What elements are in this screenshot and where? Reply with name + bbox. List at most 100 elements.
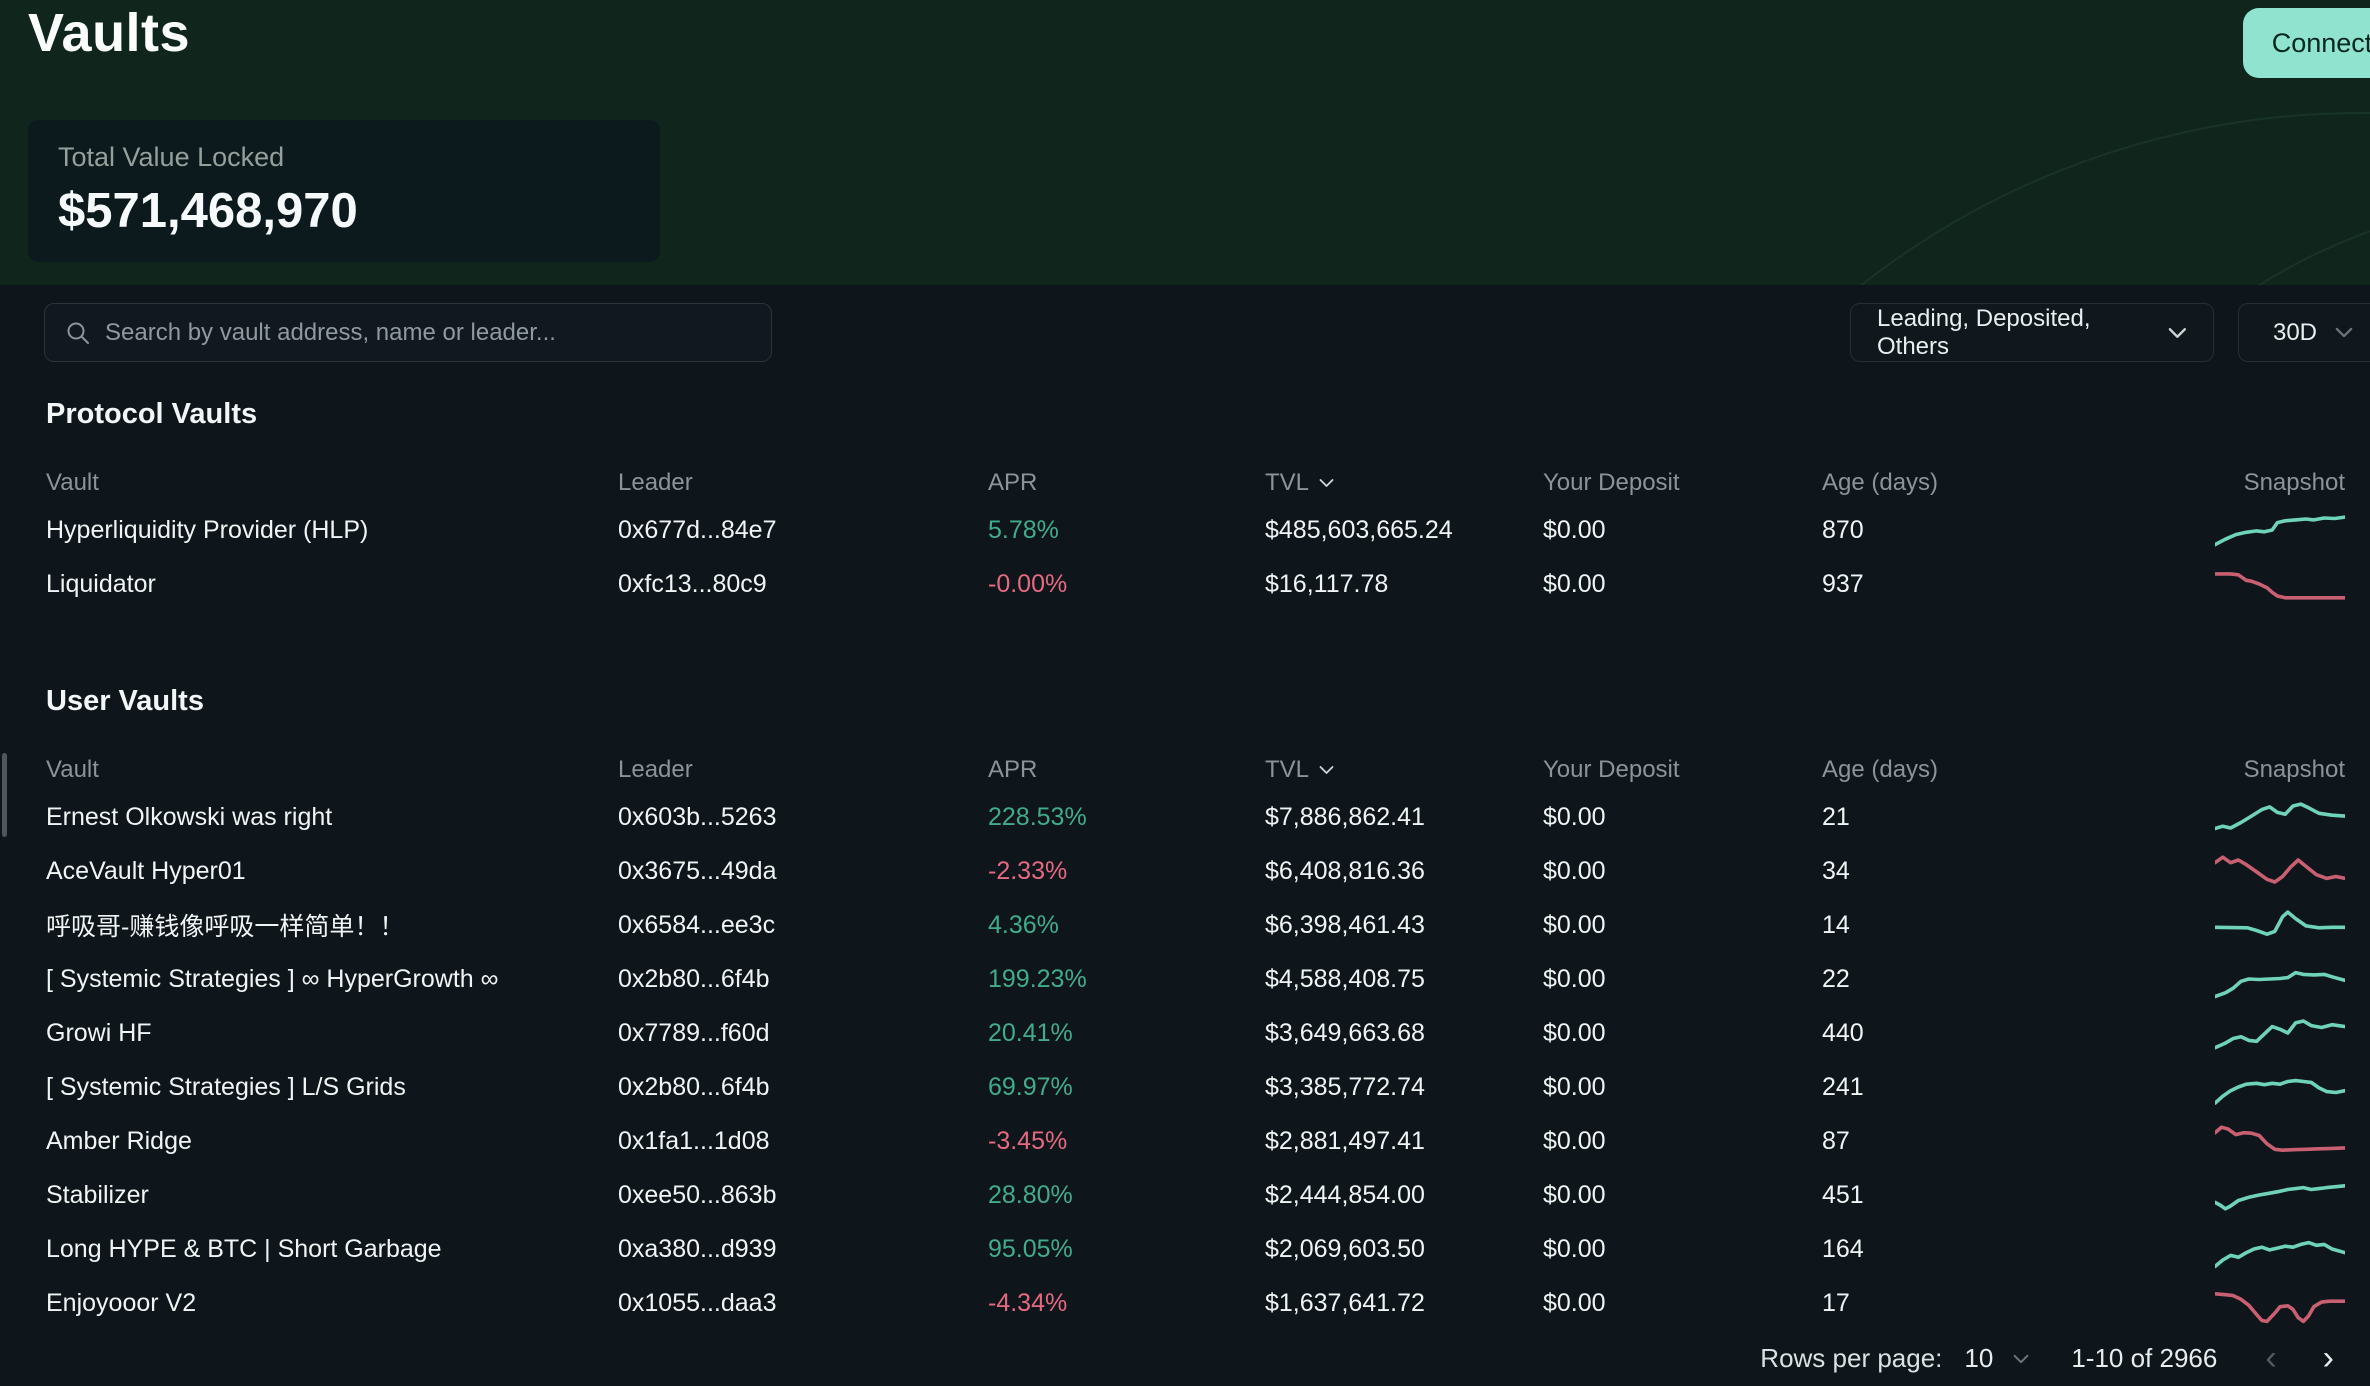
vault-apr: -3.45% (988, 1127, 1265, 1156)
column-header-vault[interactable]: Vault (46, 469, 618, 497)
vault-leader-address: 0x6584...ee3c (618, 911, 988, 940)
vault-age: 164 (1822, 1235, 2195, 1264)
vault-your-deposit: $0.00 (1543, 965, 1822, 994)
vault-age: 87 (1822, 1127, 2195, 1156)
vault-tvl: $6,398,461.43 (1265, 911, 1543, 940)
rows-per-page-dropdown[interactable] (2013, 1354, 2029, 1364)
vault-apr: 199.23% (988, 965, 1265, 994)
pagination: Rows per page: 10 1-10 of 2966 ‹ › (1760, 1339, 2334, 1378)
vault-your-deposit: $0.00 (1543, 1073, 1822, 1102)
column-header-tvl[interactable]: TVL (1265, 469, 1543, 497)
vault-snapshot-sparkline (2215, 1010, 2345, 1056)
rows-per-page-label: Rows per page: (1760, 1343, 1942, 1374)
vault-name[interactable]: Amber Ridge (46, 1127, 618, 1156)
sort-chevron-down-icon (1319, 478, 1334, 488)
vault-apr: 95.05% (988, 1235, 1265, 1264)
vault-snapshot-sparkline (2215, 561, 2345, 607)
vault-apr: -0.00% (988, 570, 1265, 599)
vault-leader-address: 0x7789...f60d (618, 1019, 988, 1048)
vault-apr: 5.78% (988, 516, 1265, 545)
column-header-vault[interactable]: Vault (46, 756, 618, 784)
previous-page-button[interactable]: ‹ (2265, 1339, 2276, 1378)
vault-leader-address: 0xee50...863b (618, 1181, 988, 1210)
tvl-label: Total Value Locked (58, 142, 630, 173)
period-filter-dropdown[interactable]: 30D (2238, 303, 2370, 362)
vault-apr: 69.97% (988, 1073, 1265, 1102)
vault-tvl: $2,444,854.00 (1265, 1181, 1543, 1210)
vault-tvl: $3,385,772.74 (1265, 1073, 1543, 1102)
scrollbar-thumb[interactable] (2, 753, 7, 837)
search-input[interactable] (105, 319, 751, 347)
column-header-snapshot: Snapshot (2244, 469, 2345, 497)
vault-your-deposit: $0.00 (1543, 516, 1822, 545)
vault-tvl: $1,637,641.72 (1265, 1289, 1543, 1318)
rows-per-page-value[interactable]: 10 (1964, 1343, 1993, 1374)
table-row[interactable]: Liquidator 0xfc13...80c9 -0.00% $16,117.… (46, 557, 2345, 611)
table-header-row: Vault Leader APR TVL Your Deposit Age (d… (46, 463, 2345, 503)
vault-name[interactable]: [ Systemic Strategies ] L/S Grids (46, 1073, 618, 1102)
total-value-locked-card: Total Value Locked $571,468,970 (28, 120, 660, 262)
column-header-apr[interactable]: APR (988, 469, 1265, 497)
vault-your-deposit: $0.00 (1543, 1289, 1822, 1318)
column-header-tvl[interactable]: TVL (1265, 756, 1543, 784)
column-header-your-deposit[interactable]: Your Deposit (1543, 469, 1822, 497)
column-header-apr[interactable]: APR (988, 756, 1265, 784)
column-header-leader[interactable]: Leader (618, 469, 988, 497)
table-row[interactable]: Amber Ridge 0x1fa1...1d08 -3.45% $2,881,… (46, 1114, 2345, 1168)
table-row[interactable]: 呼吸哥-赚钱像呼吸一样简单！！ 0x6584...ee3c 4.36% $6,3… (46, 898, 2345, 952)
vault-name[interactable]: Ernest Olkowski was right (46, 803, 618, 832)
table-row[interactable]: Growi HF 0x7789...f60d 20.41% $3,649,663… (46, 1006, 2345, 1060)
vault-name[interactable]: Stabilizer (46, 1181, 618, 1210)
vault-name[interactable]: Liquidator (46, 570, 618, 599)
vault-your-deposit: $0.00 (1543, 1127, 1822, 1156)
page-title: Vaults (28, 2, 190, 64)
vault-apr: 228.53% (988, 803, 1265, 832)
vault-leader-address: 0x677d...84e7 (618, 516, 988, 545)
vault-snapshot-sparkline (2215, 956, 2345, 1002)
search-box[interactable] (44, 303, 772, 362)
protocol-vaults-rows: Hyperliquidity Provider (HLP) 0x677d...8… (46, 503, 2345, 611)
next-page-button[interactable]: › (2323, 1339, 2334, 1378)
table-row[interactable]: Enjoyooor V2 0x1055...daa3 -4.34% $1,637… (46, 1276, 2345, 1330)
connect-wallet-button[interactable]: Connect (2243, 8, 2370, 78)
vault-snapshot-sparkline (2215, 1280, 2345, 1326)
vault-tvl: $3,649,663.68 (1265, 1019, 1543, 1048)
vault-age: 241 (1822, 1073, 2195, 1102)
chevron-down-icon (2013, 1354, 2029, 1364)
vault-name[interactable]: Hyperliquidity Provider (HLP) (46, 516, 618, 545)
table-row[interactable]: AceVault Hyper01 0x3675...49da -2.33% $6… (46, 844, 2345, 898)
pagination-range: 1-10 of 2966 (2071, 1343, 2217, 1374)
search-icon (65, 320, 91, 346)
vault-name[interactable]: Enjoyooor V2 (46, 1289, 618, 1318)
vault-your-deposit: $0.00 (1543, 857, 1822, 886)
column-header-age[interactable]: Age (days) (1822, 756, 2195, 784)
vault-type-filter-label: Leading, Deposited, Others (1877, 305, 2150, 361)
vault-tvl: $2,881,497.41 (1265, 1127, 1543, 1156)
table-row[interactable]: Stabilizer 0xee50...863b 28.80% $2,444,8… (46, 1168, 2345, 1222)
column-header-your-deposit[interactable]: Your Deposit (1543, 756, 1822, 784)
vault-age: 21 (1822, 803, 2195, 832)
vault-age: 440 (1822, 1019, 2195, 1048)
vault-apr: 20.41% (988, 1019, 1265, 1048)
table-row[interactable]: Ernest Olkowski was right 0x603b...5263 … (46, 790, 2345, 844)
vault-tvl: $6,408,816.36 (1265, 857, 1543, 886)
vault-age: 451 (1822, 1181, 2195, 1210)
period-filter-label: 30D (2273, 319, 2317, 347)
vault-apr: -4.34% (988, 1289, 1265, 1318)
vault-snapshot-sparkline (2215, 1226, 2345, 1272)
vault-type-filter-dropdown[interactable]: Leading, Deposited, Others (1850, 303, 2214, 362)
vault-apr: 28.80% (988, 1181, 1265, 1210)
vault-name[interactable]: AceVault Hyper01 (46, 857, 618, 886)
table-row[interactable]: Long HYPE & BTC | Short Garbage 0xa380..… (46, 1222, 2345, 1276)
table-row[interactable]: [ Systemic Strategies ] ∞ HyperGrowth ∞ … (46, 952, 2345, 1006)
vault-name[interactable]: Growi HF (46, 1019, 618, 1048)
table-row[interactable]: Hyperliquidity Provider (HLP) 0x677d...8… (46, 503, 2345, 557)
vault-name[interactable]: 呼吸哥-赚钱像呼吸一样简单！！ (46, 907, 618, 943)
vault-leader-address: 0x603b...5263 (618, 803, 988, 832)
toolbar: Leading, Deposited, Others 30D (0, 303, 2370, 362)
table-row[interactable]: [ Systemic Strategies ] L/S Grids 0x2b80… (46, 1060, 2345, 1114)
column-header-leader[interactable]: Leader (618, 756, 988, 784)
column-header-age[interactable]: Age (days) (1822, 469, 2195, 497)
vault-name[interactable]: [ Systemic Strategies ] ∞ HyperGrowth ∞ (46, 965, 618, 994)
vault-name[interactable]: Long HYPE & BTC | Short Garbage (46, 1235, 618, 1264)
